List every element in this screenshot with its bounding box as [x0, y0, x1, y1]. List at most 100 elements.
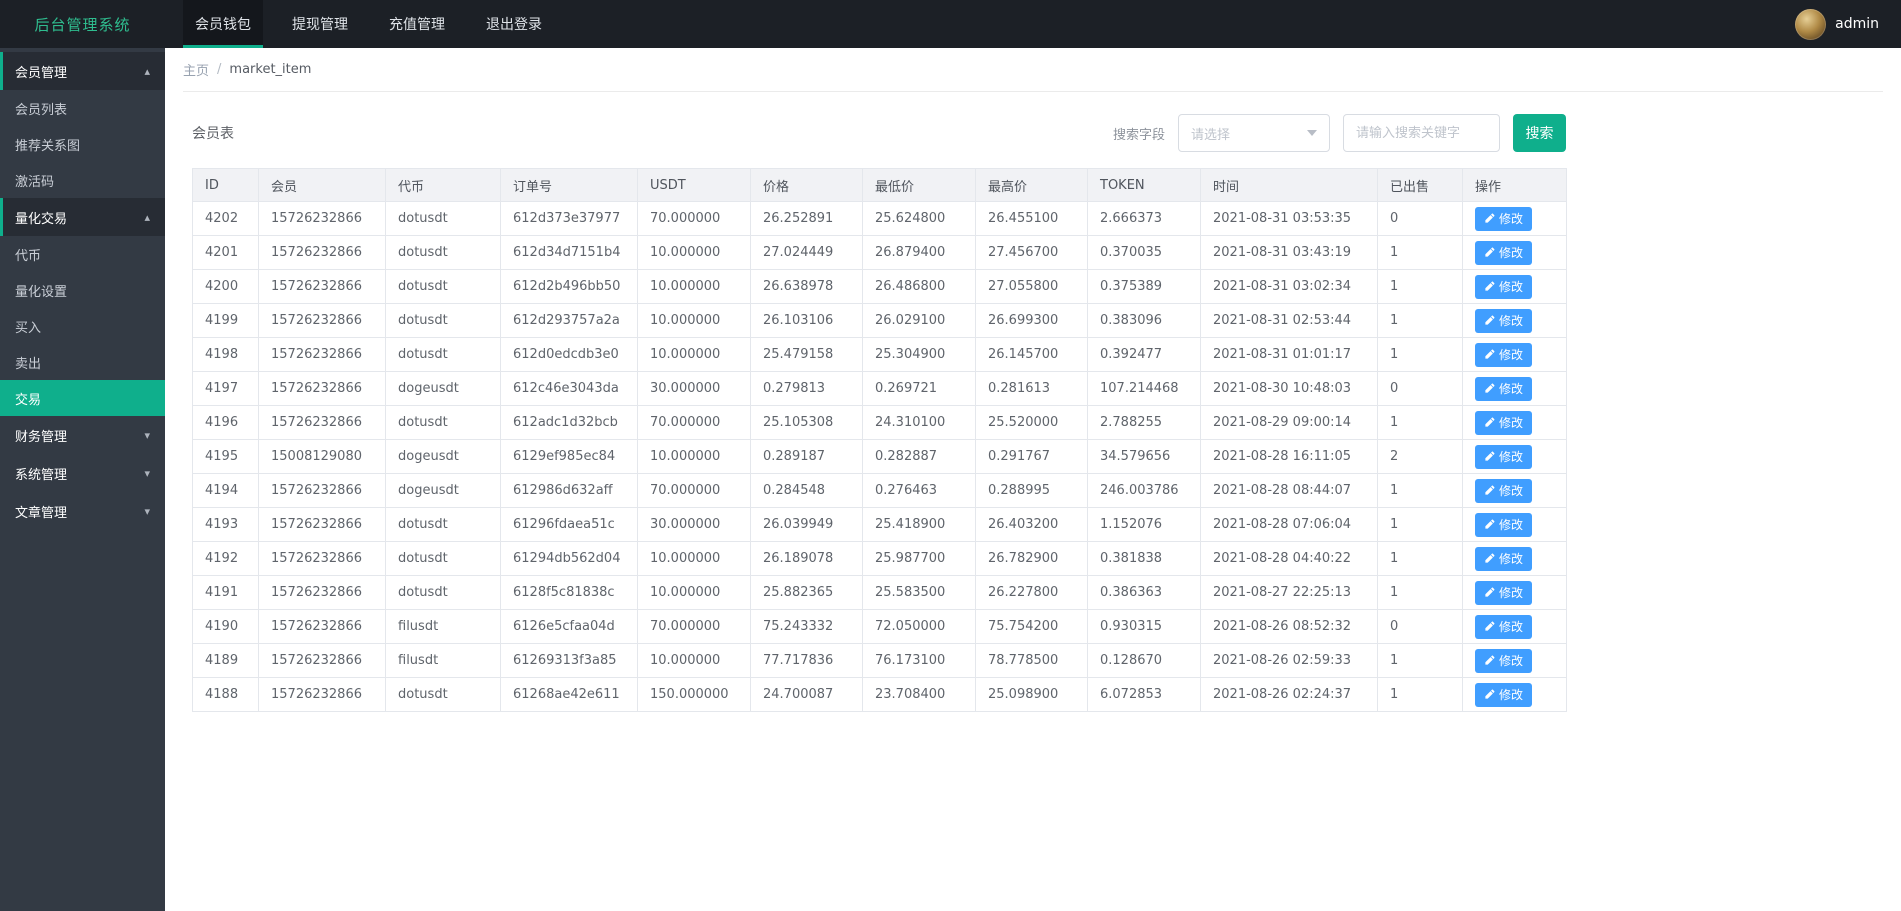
sidebar-item[interactable]: 买入	[0, 308, 165, 344]
content-area: 会员表 搜索字段 请选择 搜索	[165, 92, 1901, 712]
table-cell: 26.638978	[750, 269, 863, 304]
sidebar-item[interactable]: 量化设置	[0, 272, 165, 308]
table-cell: 23.708400	[862, 677, 976, 712]
sidebar-item-label: 文章管理	[15, 505, 68, 521]
edit-icon	[1485, 281, 1495, 291]
sidebar-item[interactable]: 推荐关系图	[0, 126, 165, 162]
edit-button[interactable]: 修改	[1475, 444, 1533, 469]
top-nav-item[interactable]: 会员钱包	[183, 0, 263, 48]
app-logo: 后台管理系统	[34, 15, 131, 34]
search-keyword-input[interactable]	[1343, 114, 1500, 152]
table-cell: 612986d632aff	[500, 473, 638, 508]
table-cell: 1	[1377, 575, 1463, 610]
edit-button[interactable]: 修改	[1475, 240, 1533, 265]
table-cell: 2021-08-28 07:06:04	[1200, 507, 1378, 542]
edit-button[interactable]: 修改	[1475, 206, 1533, 231]
search-field-select[interactable]: 请选择	[1178, 114, 1330, 152]
edit-button[interactable]: 修改	[1475, 682, 1533, 707]
table-cell: 27.055800	[975, 269, 1088, 304]
edit-button[interactable]: 修改	[1475, 274, 1533, 299]
edit-button[interactable]: 修改	[1475, 546, 1533, 571]
table-cell: filusdt	[385, 609, 501, 644]
table-cell: 612adc1d32bcb	[500, 405, 638, 440]
panel-title: 会员表	[192, 126, 234, 142]
edit-button[interactable]: 修改	[1475, 376, 1533, 401]
table-cell: 0.375389	[1087, 269, 1201, 304]
table-cell: 10.000000	[637, 643, 751, 678]
main-content: 主页 / market_item 会员表 搜索字段 请选择 搜索	[165, 48, 1901, 911]
sidebar-item[interactable]: 系统管理 ▾	[0, 454, 165, 492]
avatar[interactable]	[1795, 8, 1827, 40]
table-cell: 72.050000	[862, 609, 976, 644]
table-cell-actions: 修改	[1462, 235, 1567, 270]
table-cell-actions: 修改	[1462, 575, 1567, 610]
edit-button[interactable]: 修改	[1475, 614, 1533, 639]
edit-button[interactable]: 修改	[1475, 580, 1533, 605]
edit-button[interactable]: 修改	[1475, 410, 1533, 435]
table-cell: 0.383096	[1087, 303, 1201, 338]
breadcrumb: 主页 / market_item	[183, 48, 1883, 92]
table-cell: 0.291767	[975, 439, 1088, 474]
table-row: 4195 15008129080 dogeusdt 6129ef985ec84 10.0…	[192, 439, 1567, 474]
table-cell: 2021-08-31 02:53:44	[1200, 303, 1378, 338]
edit-button[interactable]: 修改	[1475, 308, 1533, 333]
table-cell: 1	[1377, 541, 1463, 576]
top-nav-item[interactable]: 退出登录	[474, 0, 554, 48]
sidebar-item-label: 财务管理	[15, 429, 68, 445]
edit-button[interactable]: 修改	[1475, 648, 1533, 673]
sidebar-item[interactable]: 卖出	[0, 344, 165, 380]
table-cell: 1	[1377, 269, 1463, 304]
top-nav-item[interactable]: 充值管理	[377, 0, 457, 48]
table-cell-actions: 修改	[1462, 473, 1567, 508]
table-cell: 26.029100	[862, 303, 976, 338]
search-button[interactable]: 搜索	[1513, 114, 1566, 152]
table-cell: 1	[1377, 677, 1463, 712]
edit-button-label: 修改	[1499, 518, 1524, 532]
table-cell-actions: 修改	[1462, 609, 1567, 644]
table-cell: 25.520000	[975, 405, 1088, 440]
table-row: 4198 15726232866 dotusdt 612d0edcdb3e0 10.00…	[192, 337, 1567, 372]
table-cell: dotusdt	[385, 235, 501, 270]
table-cell: 612d373e37977	[500, 201, 638, 236]
column-header: 操作	[1462, 168, 1567, 202]
table-cell: 30.000000	[637, 507, 751, 542]
sidebar-item[interactable]: 财务管理 ▾	[0, 416, 165, 454]
column-header: 最低价	[862, 168, 976, 202]
table-cell: 15726232866	[258, 677, 386, 712]
sidebar-item[interactable]: 量化交易 ▴	[0, 198, 165, 236]
table-cell: 0.289187	[750, 439, 863, 474]
top-nav-item[interactable]: 提现管理	[280, 0, 360, 48]
table-cell: 0.281613	[975, 371, 1088, 406]
sidebar-item[interactable]: 会员管理 ▴	[0, 52, 165, 90]
edit-icon	[1485, 485, 1495, 495]
table-cell: 10.000000	[637, 303, 751, 338]
sidebar-item-label: 会员列表	[15, 102, 68, 118]
edit-icon	[1485, 553, 1495, 563]
table-cell: dogeusdt	[385, 473, 501, 508]
edit-button[interactable]: 修改	[1475, 478, 1533, 503]
table-cell: 15726232866	[258, 575, 386, 610]
column-header: 订单号	[500, 168, 638, 202]
table-cell: 6129ef985ec84	[500, 439, 638, 474]
sidebar-item[interactable]: 文章管理 ▾	[0, 492, 165, 530]
table-body: 4202 15726232866 dotusdt 612d373e37977 70.00…	[192, 201, 1567, 712]
table-cell: 2021-08-27 22:25:13	[1200, 575, 1378, 610]
edit-button[interactable]: 修改	[1475, 342, 1533, 367]
table-cell: 0	[1377, 201, 1463, 236]
sidebar-item[interactable]: 代币	[0, 236, 165, 272]
table-cell: 0.930315	[1087, 609, 1201, 644]
table-cell: 15726232866	[258, 643, 386, 678]
user-menu[interactable]: admin	[1795, 0, 1901, 48]
table-cell: dotusdt	[385, 337, 501, 372]
edit-button-label: 修改	[1499, 382, 1524, 396]
sidebar-item[interactable]: 会员列表	[0, 90, 165, 126]
table-cell: 78.778500	[975, 643, 1088, 678]
table-cell: 15726232866	[258, 609, 386, 644]
breadcrumb-home[interactable]: 主页	[183, 60, 209, 79]
table-cell: 26.039949	[750, 507, 863, 542]
edit-button[interactable]: 修改	[1475, 512, 1533, 537]
search-group: 搜索字段 请选择 搜索	[1113, 114, 1566, 152]
sidebar-item[interactable]: 激活码	[0, 162, 165, 198]
table-row: 4202 15726232866 dotusdt 612d373e37977 70.00…	[192, 201, 1567, 236]
sidebar-item[interactable]: 交易	[0, 380, 165, 416]
